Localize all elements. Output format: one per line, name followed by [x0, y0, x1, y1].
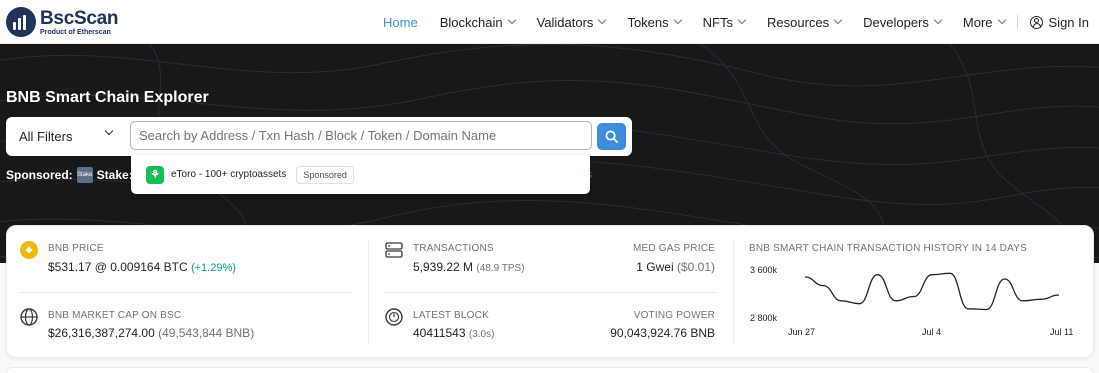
- block-timer-icon: [385, 308, 403, 326]
- chevron-down-icon: [997, 15, 1006, 25]
- nav-developers-label: Developers: [863, 14, 929, 30]
- transaction-history-chart[interactable]: [797, 262, 1067, 332]
- nav-nfts-label: NFTs: [702, 14, 733, 30]
- gas-price-gwei: 1 Gwei: [636, 260, 674, 274]
- y-tick-label: 3 600k: [750, 265, 778, 275]
- nav-more[interactable]: More: [962, 14, 1006, 30]
- nav-developers[interactable]: Developers: [863, 14, 943, 30]
- market-cap-value: $26,316,387,274.00 (49,543,844 BNB): [48, 326, 254, 340]
- voting-power-label: VOTING POWER: [633, 310, 715, 321]
- chart-title: BNB SMART CHAIN TRANSACTION HISTORY IN 1…: [749, 243, 1027, 254]
- latest-block-value[interactable]: 40411543 (3.0s): [413, 326, 494, 340]
- etoro-logo-icon: ⚘: [146, 165, 164, 184]
- chevron-down-icon: [507, 15, 516, 25]
- divider: [733, 240, 734, 344]
- bnb-price-amount: $531.17 @ 0.009164 BTC: [48, 260, 188, 274]
- transactions-tps: (48.9 TPS): [476, 263, 525, 274]
- next-section-card: [6, 367, 1094, 373]
- search-filter-label: All Filters: [19, 129, 73, 144]
- latest-block-number: 40411543: [413, 326, 466, 340]
- chevron-down-icon: [833, 15, 843, 25]
- menu-divider: [1016, 15, 1018, 29]
- bnb-coin-icon: [20, 241, 38, 259]
- chevron-down-icon: [933, 15, 943, 25]
- gas-price-label: MED GAS PRICE: [632, 243, 715, 254]
- chevron-down-icon: [673, 15, 682, 25]
- x-tick-label: Jul 11: [1050, 327, 1074, 337]
- x-tick-label: Jul 4: [922, 327, 942, 337]
- nav-home-label: Home: [383, 14, 418, 30]
- main-menu: Home Blockchain Validators Tokens NFTs R…: [361, 0, 1089, 44]
- market-cap-label: BNB MARKET CAP ON BSC: [48, 310, 182, 321]
- nav-resources-label: Resources: [766, 14, 830, 30]
- page-title: BNB Smart Chain Explorer: [6, 89, 209, 106]
- gas-price-usd: ($0.01): [676, 260, 715, 274]
- search-bar: All Filters: [6, 117, 632, 156]
- stats-card: BNB PRICE $531.17 @ 0.009164 BTC (+1.29%…: [6, 225, 1094, 358]
- bnb-price-change: (+1.29%): [190, 262, 236, 274]
- divider: [384, 292, 717, 293]
- search-input[interactable]: [130, 121, 592, 150]
- logo-subtitle: Product of Etherscan: [40, 28, 111, 36]
- nav-resources[interactable]: Resources: [766, 14, 843, 30]
- nav-validators-label: Validators: [536, 14, 594, 30]
- suggestion-text: eToro - 100+ cryptoassets: [171, 169, 287, 180]
- sponsored-badge: Sponsored: [296, 165, 354, 184]
- sign-in-button[interactable]: Sign In: [1029, 14, 1089, 30]
- nav-home[interactable]: Home: [383, 15, 418, 30]
- x-tick-label: Jun 27: [788, 327, 816, 337]
- top-navbar: BscScan Product of Etherscan Home Blockc…: [0, 0, 1099, 44]
- latest-block-time: (3.0s): [468, 329, 495, 340]
- logo-mark-icon: [6, 7, 36, 37]
- nav-blockchain[interactable]: Blockchain: [439, 14, 516, 30]
- nav-validators[interactable]: Validators: [536, 14, 607, 30]
- transactions-value[interactable]: 5,939.22 M (48.9 TPS): [413, 260, 525, 274]
- market-cap-amount: $26,316,387,274.00: [48, 326, 155, 340]
- chevron-down-icon: [598, 15, 607, 25]
- nav-tokens[interactable]: Tokens: [627, 14, 682, 30]
- search-suggestion-dropdown[interactable]: ⚘ eToro - 100+ cryptoassets Sponsored: [131, 155, 590, 194]
- market-cap-bnb: (49,543,844 BNB): [158, 326, 255, 340]
- transactions-label: TRANSACTIONS: [413, 243, 494, 254]
- y-tick-label: 2 800k: [750, 313, 778, 323]
- sign-in-label: Sign In: [1048, 14, 1089, 30]
- chevron-down-icon: [737, 15, 747, 25]
- search-icon: [605, 130, 618, 143]
- gas-price-value[interactable]: 1 Gwei ($0.01): [636, 260, 715, 274]
- user-icon: [1029, 15, 1043, 29]
- voting-power-value[interactable]: 90,043,924.76 BNB: [610, 326, 715, 340]
- transactions-count: 5,939.22 M: [413, 260, 474, 274]
- stake-logo-icon: Stake: [76, 167, 93, 183]
- nav-tokens-label: Tokens: [627, 14, 669, 30]
- sponsored-line: Sponsored: Stake Stake: 2: [6, 167, 143, 183]
- logo-name: BscScan: [40, 7, 119, 29]
- bscscan-logo[interactable]: BscScan Product of Etherscan: [6, 6, 118, 38]
- chevron-down-icon: [104, 126, 114, 136]
- search-button[interactable]: [597, 123, 626, 150]
- latest-block-label: LATEST BLOCK: [413, 310, 489, 321]
- server-icon: [385, 242, 403, 258]
- bnb-price-label: BNB PRICE: [48, 243, 104, 254]
- series-line: [804, 272, 1060, 311]
- search-filter-select[interactable]: All Filters: [6, 117, 126, 156]
- bnb-price-value[interactable]: $531.17 @ 0.009164 BTC (+1.29%): [48, 260, 236, 274]
- sponsored-label: Sponsored:: [6, 168, 73, 182]
- divider: [19, 292, 352, 293]
- nav-more-label: More: [962, 14, 993, 30]
- divider: [368, 240, 369, 344]
- nav-nfts[interactable]: NFTs: [702, 14, 747, 30]
- nav-blockchain-label: Blockchain: [439, 14, 503, 30]
- globe-icon: [20, 308, 38, 326]
